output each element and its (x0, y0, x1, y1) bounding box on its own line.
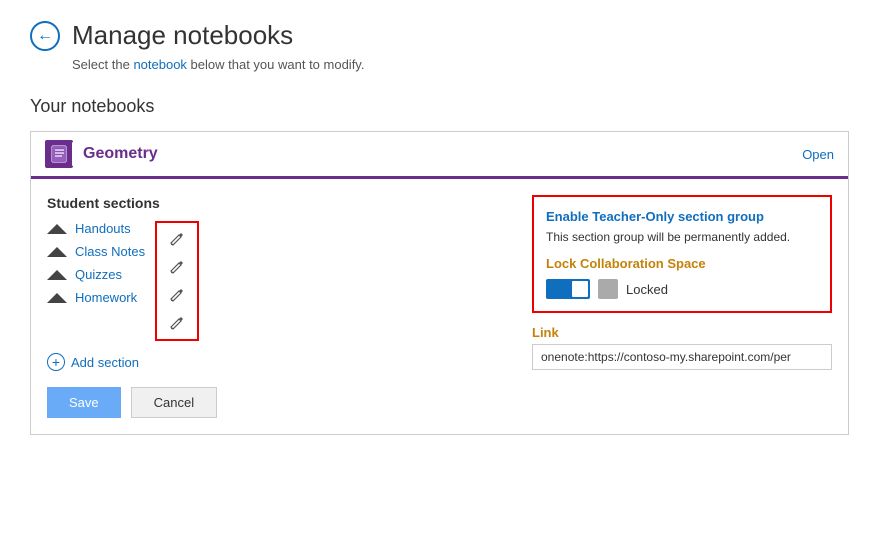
back-icon: ← (37, 27, 53, 45)
notebook-body: Student sections Handouts Class Notes (31, 179, 848, 434)
page-title: Manage notebooks (72, 20, 293, 51)
section-link-quizzes[interactable]: Quizzes (75, 267, 122, 282)
sections-list: Handouts Class Notes Quizzes Homewo (47, 221, 512, 341)
lock-row: Locked (546, 279, 818, 299)
edit-button-3[interactable] (167, 313, 187, 333)
edit-button-2[interactable] (167, 285, 187, 305)
subtitle: Select the notebook below that you want … (72, 57, 849, 72)
teacher-box-title[interactable]: Enable Teacher-Only section group (546, 209, 818, 224)
locked-label: Locked (626, 282, 668, 297)
left-panel: Student sections Handouts Class Notes (47, 195, 512, 418)
section-link-classnotes[interactable]: Class Notes (75, 244, 145, 259)
section-tab-icon (47, 224, 67, 234)
subtitle-pre: Select the (72, 57, 133, 72)
section-tab-icon (47, 247, 67, 257)
student-sections-title: Student sections (47, 195, 512, 211)
teacher-box-desc: This section group will be permanently a… (546, 230, 818, 244)
edit-button-0[interactable] (167, 229, 187, 249)
notebook-name: Geometry (83, 145, 158, 163)
link-input[interactable] (532, 344, 832, 370)
subtitle-link[interactable]: notebook (133, 57, 187, 72)
notebook-header: Geometry Open (31, 132, 848, 179)
section-link-homework[interactable]: Homework (75, 290, 137, 305)
lock-title: Lock Collaboration Space (546, 256, 818, 271)
notebook-container: Geometry Open Student sections Handouts (30, 131, 849, 435)
subtitle-post: below that you want to modify. (187, 57, 365, 72)
edit-icons-column (155, 221, 199, 341)
action-buttons: Save Cancel (47, 387, 512, 418)
pencil-icon (170, 260, 184, 274)
pencil-icon (170, 316, 184, 330)
notebook-svg-icon (50, 145, 68, 163)
pencil-icon (170, 288, 184, 302)
section-tab-icon (47, 293, 67, 303)
right-panel: Enable Teacher-Only section group This s… (532, 195, 832, 418)
section-tab-icon (47, 270, 67, 280)
notebook-icon (45, 140, 73, 168)
section-link-handouts[interactable]: Handouts (75, 221, 131, 236)
link-section: Link (532, 325, 832, 370)
back-button[interactable]: ← (30, 21, 60, 51)
lock-toggle[interactable] (546, 279, 590, 299)
edit-button-1[interactable] (167, 257, 187, 277)
save-button[interactable]: Save (47, 387, 121, 418)
section-heading: Your notebooks (30, 96, 849, 117)
list-item: Class Notes (47, 244, 145, 259)
add-circle-icon: + (47, 353, 65, 371)
cancel-button[interactable]: Cancel (131, 387, 217, 418)
list-item: Quizzes (47, 267, 145, 282)
teacher-only-box: Enable Teacher-Only section group This s… (532, 195, 832, 313)
list-item: Handouts (47, 221, 145, 236)
add-section-label: Add section (71, 355, 139, 370)
notebook-header-left: Geometry (45, 140, 158, 168)
link-label: Link (532, 325, 832, 340)
section-names: Handouts Class Notes Quizzes Homewo (47, 221, 145, 341)
page-container: ← Manage notebooks Select the notebook b… (0, 0, 879, 471)
toggle-off (598, 279, 618, 299)
list-item: Homework (47, 290, 145, 305)
header: ← Manage notebooks (30, 20, 849, 51)
open-link[interactable]: Open (802, 147, 834, 162)
toggle-thumb (572, 281, 588, 297)
add-section-button[interactable]: + Add section (47, 353, 512, 371)
pencil-icon (170, 232, 184, 246)
